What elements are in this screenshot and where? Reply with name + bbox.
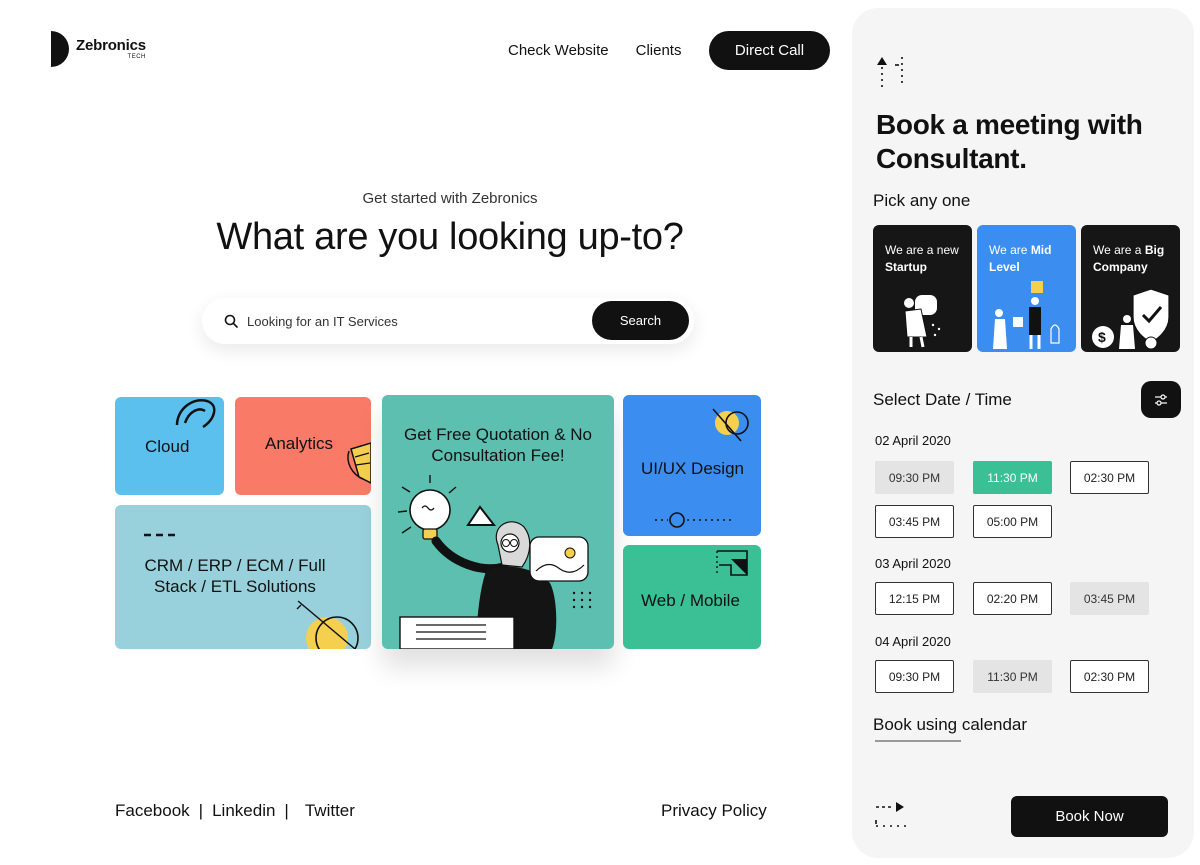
direct-call-button[interactable]: Direct Call [709, 31, 830, 70]
filter-button[interactable] [1141, 381, 1181, 418]
calendar-link-underline [875, 740, 961, 742]
tile-web-mobile[interactable]: Web / Mobile [623, 545, 761, 649]
time-slot[interactable]: 02:20 PM [973, 582, 1052, 615]
analytics-decor-icon [347, 442, 371, 484]
book-now-button[interactable]: Book Now [1011, 796, 1168, 837]
nav-clients[interactable]: Clients [636, 42, 682, 59]
day-label: 02 April 2020 [875, 433, 951, 448]
search-button[interactable]: Search [592, 301, 689, 340]
facebook-link[interactable]: Facebook [115, 801, 190, 821]
hero-title: What are you looking up-to? [216, 216, 684, 258]
top-nav: Check Website Clients [508, 31, 708, 69]
twitter-link[interactable]: Twitter [305, 801, 355, 821]
brand-logo[interactable]: Zebronics TECH [51, 31, 146, 67]
day-label: 04 April 2020 [875, 634, 951, 649]
svg-text:$: $ [1098, 329, 1106, 345]
arrow-up-decor-icon [877, 57, 903, 87]
brand-name: Zebronics [76, 37, 146, 54]
time-slot[interactable]: 03:45 PM [875, 505, 954, 538]
tile-analytics[interactable]: Analytics [235, 397, 371, 495]
crm-decor-icon [296, 600, 359, 649]
time-slot-selected[interactable]: 11:30 PM [973, 461, 1052, 494]
nav-check-website[interactable]: Check Website [508, 42, 609, 59]
panel-title: Book a meeting with Consultant. [876, 109, 1143, 174]
tile-web-label: Web / Mobile [641, 591, 740, 610]
tile-free-quotation[interactable]: Get Free Quotation & No Consultation Fee… [382, 395, 614, 649]
book-using-calendar-link[interactable]: Book using calendar [873, 715, 1027, 735]
time-slot[interactable]: 12:15 PM [875, 582, 954, 615]
bigcompany-illustration: $ [1092, 288, 1170, 350]
search-input[interactable] [247, 310, 577, 332]
select-date-time-title: Select Date / Time [873, 390, 1012, 409]
time-slot[interactable]: 02:30 PM [1070, 660, 1149, 693]
booking-panel: Book a meeting with Consultant. Pick any… [852, 8, 1194, 858]
brand-sub: TECH [127, 54, 146, 60]
time-slot[interactable]: 02:30 PM [1070, 461, 1149, 494]
time-slot[interactable]: 09:30 PM [875, 660, 954, 693]
hero-subtitle: Get started with Zebronics [362, 190, 538, 207]
separator: | [284, 801, 289, 820]
logo-mark-icon [51, 31, 69, 67]
tile-uiux-label: UI/UX Design [641, 459, 744, 478]
segment-startup-card[interactable]: We are a new Startup [873, 225, 972, 352]
time-slot[interactable]: 09:30 PM [875, 461, 954, 494]
time-slot[interactable]: 11:30 PM [973, 660, 1052, 693]
time-slot[interactable]: 05:00 PM [973, 505, 1052, 538]
day-label: 03 April 2020 [875, 556, 951, 571]
time-slot[interactable]: 03:45 PM [1070, 582, 1149, 615]
tile-cloud[interactable]: Cloud [115, 397, 224, 495]
segment-bigcompany-card[interactable]: We are a Big Company $ [1081, 225, 1180, 352]
tile-crm[interactable]: CRM / ERP / ECM / Full Stack / ETL Solut… [115, 505, 371, 649]
arrow-right-decor-icon [875, 802, 906, 827]
search-bar: Search [202, 298, 694, 344]
privacy-policy-link[interactable]: Privacy Policy [661, 801, 767, 821]
consultant-illustration [397, 475, 592, 649]
social-links: Facebook | Linkedin | Twitter [115, 801, 355, 821]
midlevel-illustration [993, 281, 1060, 349]
tile-uiux[interactable]: UI/UX Design [623, 395, 761, 536]
separator: | [198, 801, 204, 820]
segment-midlevel-card[interactable]: We are Mid Level [977, 225, 1076, 352]
startup-illustration [904, 295, 941, 348]
linkedin-link[interactable]: Linkedin [212, 801, 275, 821]
slider-decor-icon [655, 512, 731, 528]
pick-label: Pick any one [873, 191, 971, 210]
search-icon [224, 314, 238, 328]
tile-cloud-label: Cloud [145, 437, 190, 456]
sliders-icon [1155, 393, 1167, 406]
